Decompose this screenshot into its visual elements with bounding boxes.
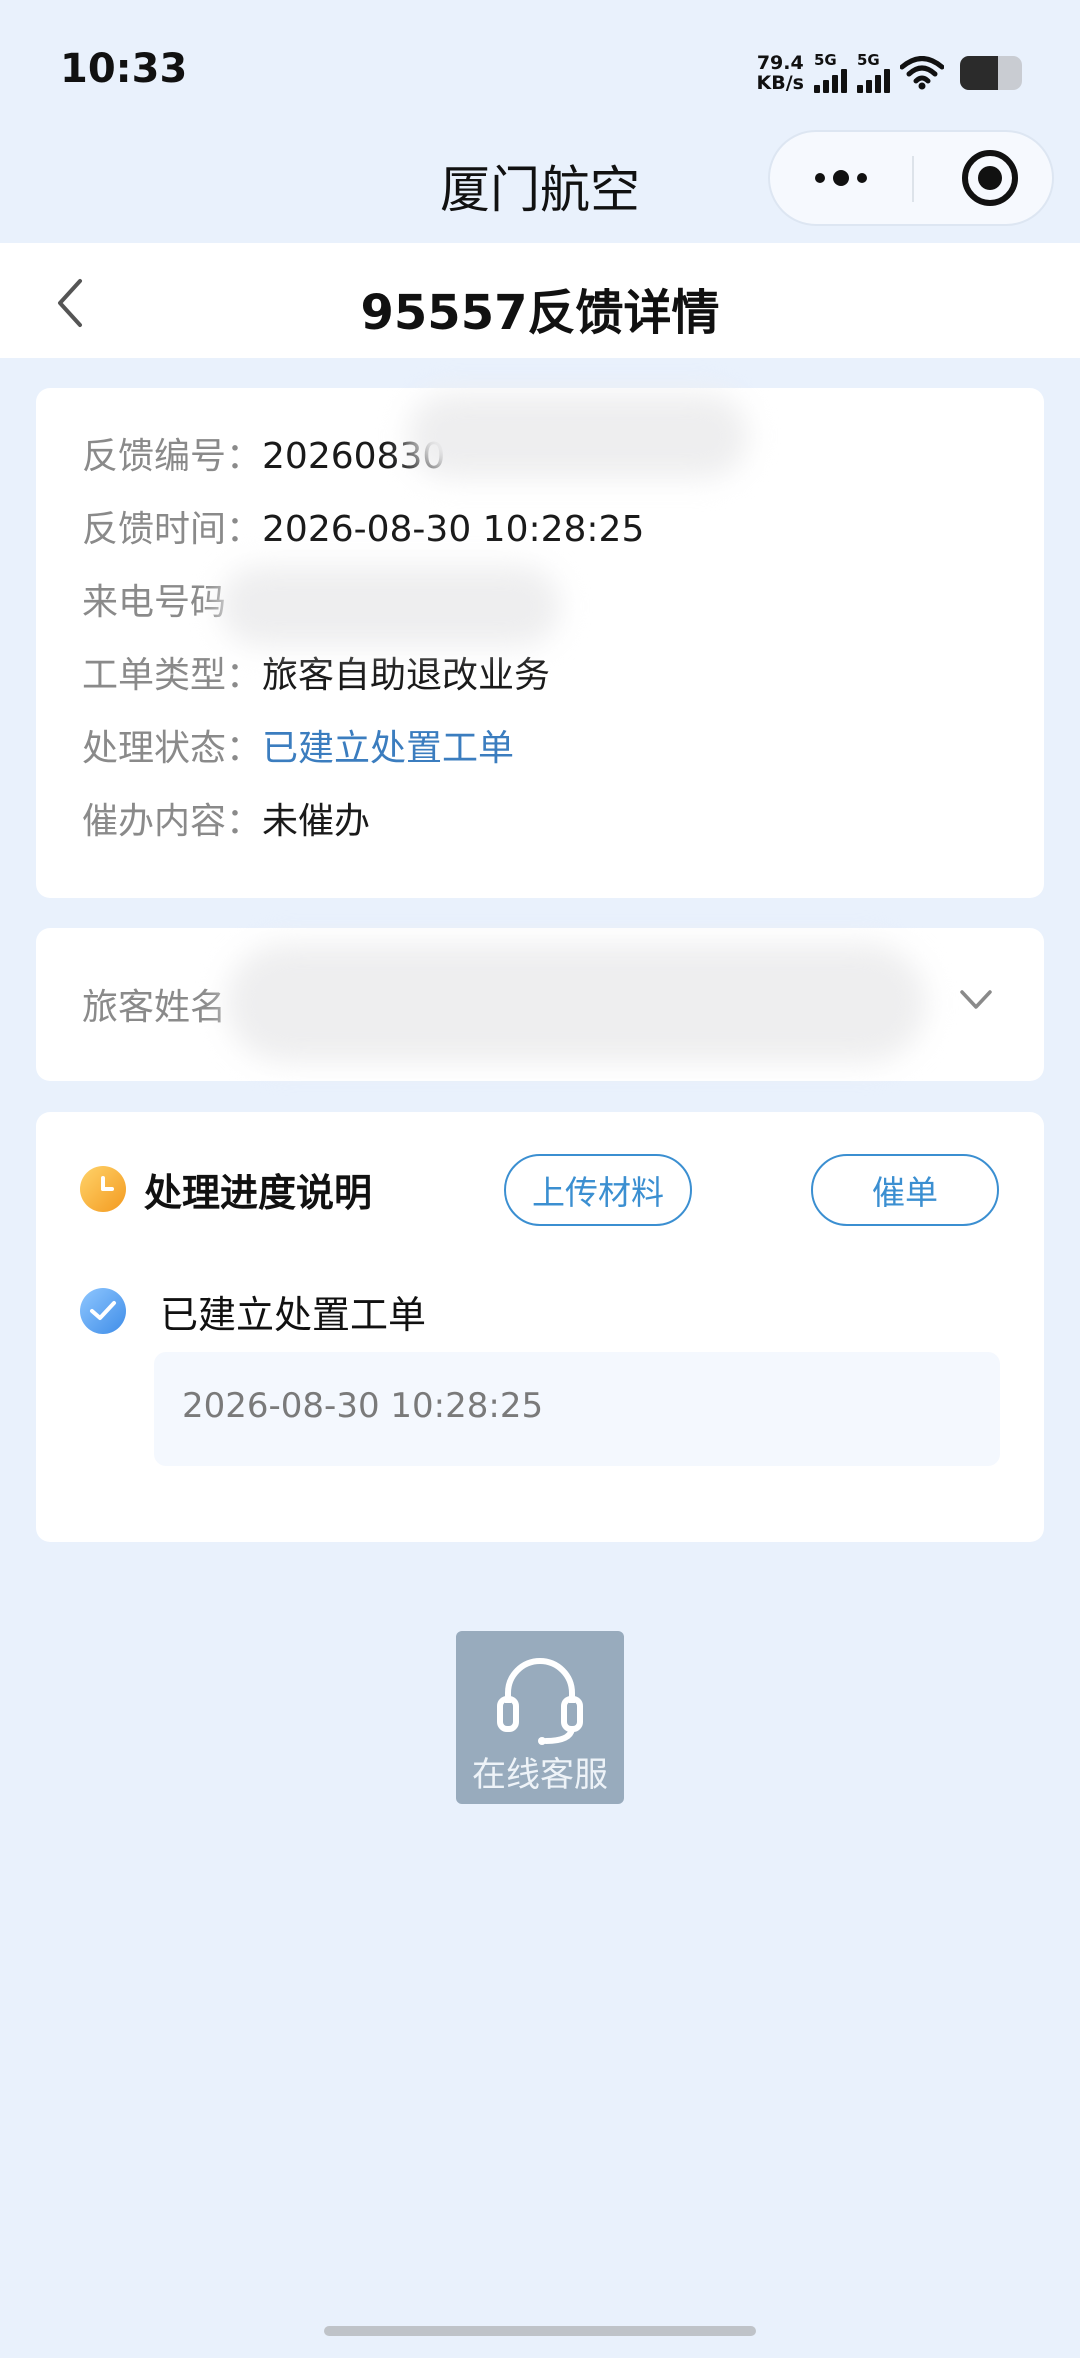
caller-number-label: 来电号码 <box>82 582 227 623</box>
caller-number-row: 来电号码 <box>82 578 226 628</box>
progress-title: 处理进度说明 <box>144 1171 373 1215</box>
redaction-blur <box>226 944 926 1062</box>
passenger-name-label: 旅客姓名 <box>82 987 227 1028</box>
capsule-divider <box>912 156 914 202</box>
signal-icon-sim1: 5G <box>814 53 847 93</box>
online-service-label: 在线客服 <box>472 1755 608 1795</box>
feedback-number-row: 反馈编号： 20260830 <box>82 432 445 482</box>
network-speed: 79.4 KB/s <box>757 53 804 93</box>
battery-icon <box>960 56 1022 90</box>
signal-icon-sim2: 5G <box>857 53 890 93</box>
online-service-button[interactable]: 在线客服 <box>456 1631 624 1804</box>
dot-icon <box>815 173 825 183</box>
urge-content-row: 催办内容： 未催办 <box>82 797 370 847</box>
close-mini-program-icon[interactable] <box>962 150 1018 206</box>
network-speed-unit: KB/s <box>756 72 804 94</box>
mini-program-capsule <box>768 130 1054 226</box>
feedback-number-label: 反馈编号： <box>82 436 263 477</box>
battery-fill <box>960 56 999 90</box>
feedback-time-row: 反馈时间： 2026-08-30 10:28:25 <box>82 505 644 555</box>
page-title: 95557反馈详情 <box>360 285 720 341</box>
progress-step-time: 2026-08-30 10:28:25 <box>182 1386 544 1426</box>
feedback-time-label: 反馈时间： <box>82 509 263 550</box>
status-icons: 79.4 KB/s 5G 5G <box>757 50 1022 96</box>
progress-step-detail: 2026-08-30 10:28:25 <box>154 1352 1000 1466</box>
status-label: 处理状态： <box>82 728 263 769</box>
feedback-time-value: 2026-08-30 10:28:25 <box>262 509 645 550</box>
progress-step-title: 已建立处置工单 <box>160 1293 427 1337</box>
status-time: 10:33 <box>60 46 188 92</box>
status-bar: 10:33 79.4 KB/s 5G 5G <box>0 0 1080 130</box>
ticket-type-value: 旅客自助退改业务 <box>262 655 551 696</box>
sim1-label: 5G <box>814 51 837 69</box>
chevron-down-icon[interactable] <box>956 980 996 1020</box>
status-row: 处理状态： 已建立处置工单 <box>82 724 514 774</box>
urge-content-label: 催办内容： <box>82 801 263 842</box>
progress-card: 处理进度说明 上传材料 催单 已建立处置工单 2026-08-30 10:28:… <box>36 1112 1044 1542</box>
dot-icon <box>833 170 849 186</box>
ticket-type-label: 工单类型： <box>82 655 263 696</box>
urge-button[interactable]: 催单 <box>811 1154 999 1226</box>
clock-icon <box>80 1166 126 1212</box>
headset-icon <box>497 1658 583 1745</box>
ticket-type-row: 工单类型： 旅客自助退改业务 <box>82 651 550 701</box>
status-value: 已建立处置工单 <box>262 728 515 769</box>
wifi-icon <box>900 56 944 90</box>
network-speed-value: 79.4 <box>756 52 804 74</box>
home-indicator[interactable] <box>324 2326 756 2336</box>
upload-material-button[interactable]: 上传材料 <box>504 1154 692 1226</box>
sim2-label: 5G <box>857 51 880 69</box>
more-options-button[interactable] <box>770 132 912 224</box>
redaction-blur <box>220 566 560 646</box>
page-header: 95557反馈详情 <box>0 243 1080 358</box>
feedback-info-card: 反馈编号： 20260830 反馈时间： 2026-08-30 10:28:25… <box>36 388 1044 898</box>
feedback-detail-page: 10:33 79.4 KB/s 5G 5G 厦门航空 95557反馈详情 反馈编… <box>0 0 1080 2358</box>
redaction-blur <box>408 394 748 478</box>
check-icon <box>80 1288 126 1334</box>
urge-content-value: 未催办 <box>262 801 371 842</box>
passenger-card[interactable]: 旅客姓名 <box>36 928 1044 1081</box>
dot-icon <box>857 173 867 183</box>
